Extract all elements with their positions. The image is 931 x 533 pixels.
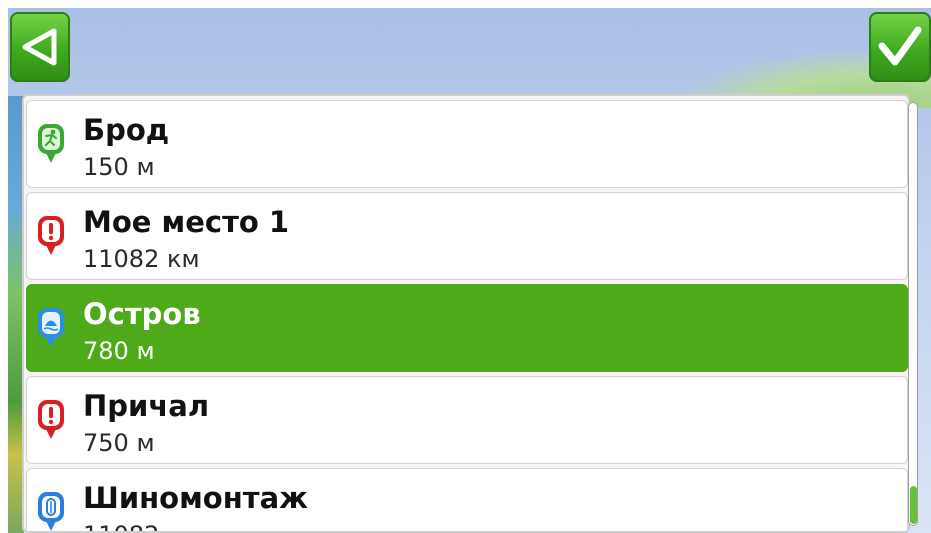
exclamation-pin-icon (38, 216, 64, 255)
island-pin-icon (38, 308, 64, 347)
check-icon (878, 26, 922, 66)
screen-frame: Брод 150 м Мое место 1 11082 км Остров 7… (8, 8, 931, 533)
list-item[interactable]: Мое место 1 11082 км (26, 192, 908, 280)
back-button[interactable] (10, 12, 70, 82)
list-item[interactable]: Шиномонтаж 11082 (26, 468, 908, 531)
item-distance: 150 м (83, 153, 155, 181)
item-name: Причал (83, 389, 210, 423)
list-scrollbar[interactable] (902, 98, 924, 530)
tire-pin-icon (38, 492, 64, 531)
scrollbar-thumb[interactable] (910, 486, 917, 524)
item-name: Остров (83, 297, 201, 331)
item-distance: 11082 км (83, 245, 200, 273)
item-name: Брод (83, 113, 170, 147)
list-item[interactable]: Причал 750 м (26, 376, 908, 464)
item-name: Мое место 1 (83, 205, 290, 239)
list-item[interactable]: Остров 780 м (26, 284, 908, 372)
item-distance: 780 м (83, 337, 155, 365)
list-item[interactable]: Брод 150 м (26, 100, 908, 188)
confirm-button[interactable] (869, 12, 931, 82)
triangle-left-icon (22, 28, 57, 66)
exclamation-pin-icon (38, 400, 64, 439)
item-distance: 11082 (83, 521, 159, 531)
item-distance: 750 м (83, 429, 155, 457)
scrollbar-track (908, 102, 918, 526)
running-person-pin-icon (38, 124, 64, 163)
item-name: Шиномонтаж (83, 481, 309, 515)
poi-list: Брод 150 м Мое место 1 11082 км Остров 7… (22, 94, 910, 533)
